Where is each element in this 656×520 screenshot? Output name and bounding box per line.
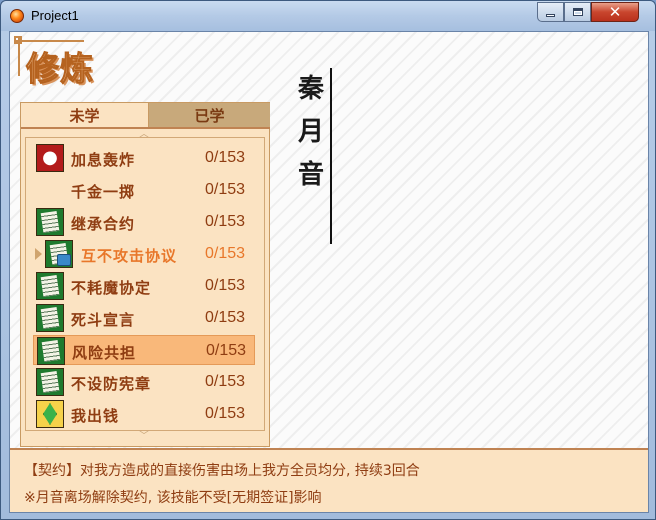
app-window: Project1 ✕ 修炼 未学 已学 ︿ ● 加息轰炸 0/153 千金一掷: [0, 0, 656, 520]
minimize-icon: [546, 13, 555, 17]
scroll-icon: [36, 304, 64, 332]
selection-cursor-icon: [35, 248, 42, 260]
skill-count: 0/153: [205, 245, 246, 262]
skill-row[interactable]: 不设防宪章 0/153: [33, 367, 255, 397]
description-panel: 【契约】对我方造成的直接伤害由场上我方全员均分, 持续3回合 ※月音离场解除契约…: [10, 448, 648, 512]
skill-name: 不耗魔协定: [71, 279, 152, 297]
skill-name: 风险共担: [72, 344, 137, 362]
maximize-button[interactable]: [564, 2, 591, 22]
skill-name: 不设防宪章: [71, 375, 152, 393]
app-icon: [10, 9, 24, 23]
scroll-down-arrow-icon[interactable]: ﹀: [136, 432, 152, 442]
name-divider: [330, 68, 332, 244]
skill-name: 死斗宣言: [71, 311, 136, 329]
character-name-char: 秦: [297, 74, 324, 104]
skill-count: 0/153: [205, 181, 246, 198]
tab-unlearned[interactable]: 未学: [21, 103, 149, 127]
skill-description: 【契约】对我方造成的直接伤害由场上我方全员均分, 持续3回合: [24, 463, 420, 479]
skill-name: 互不攻击协议: [81, 247, 178, 265]
skill-count: 0/153: [205, 149, 246, 166]
skill-count: 0/153: [205, 309, 246, 326]
character-name-char: 月: [297, 117, 324, 147]
skill-row[interactable]: 不耗魔协定 0/153: [33, 271, 255, 301]
skill-row[interactable]: 互不攻击协议 0/153: [33, 239, 255, 269]
maximize-icon: [572, 8, 583, 16]
heading-ornament-line: [18, 36, 20, 76]
character-name: 秦 月 音: [294, 68, 328, 197]
title-bar[interactable]: Project1 ✕: [1, 1, 655, 31]
skill-name: 我出钱: [71, 407, 120, 425]
skill-row-selected[interactable]: 风险共担 0/153: [33, 335, 255, 365]
apple-icon: ●: [36, 144, 64, 172]
game-screen: 修炼 未学 已学 ︿ ● 加息轰炸 0/153 千金一掷 0/153 继承合约 …: [9, 31, 649, 513]
skill-count: 0/153: [205, 277, 246, 294]
skill-row[interactable]: 千金一掷 0/153: [33, 175, 255, 205]
skill-count: 0/153: [205, 405, 246, 422]
scroll-icon: [36, 208, 64, 236]
tab-learned[interactable]: 已学: [149, 103, 270, 127]
skill-count: 0/153: [205, 213, 246, 230]
gem-icon: [36, 400, 64, 428]
book-icon: [57, 254, 71, 266]
close-icon: ✕: [608, 2, 622, 21]
skill-count: 0/153: [205, 373, 246, 390]
minimize-button[interactable]: [537, 2, 564, 22]
scroll-icon: [36, 368, 64, 396]
skill-row[interactable]: 死斗宣言 0/153: [33, 303, 255, 333]
skill-note: ※月音离场解除契约, 该技能不受[无期签证]影响: [24, 490, 322, 506]
skill-name: 加息轰炸: [71, 151, 136, 169]
skill-row[interactable]: ● 加息轰炸 0/153: [33, 143, 255, 173]
section-heading: 修炼: [26, 49, 94, 89]
skill-panel: 未学 已学 ︿ ● 加息轰炸 0/153 千金一掷 0/153 继承合约 0/1…: [20, 102, 270, 447]
scroll-icon: [37, 337, 65, 365]
heading-frame: 修炼: [14, 36, 124, 89]
skill-name: 千金一掷: [71, 183, 136, 201]
character-name-char: 音: [297, 160, 324, 190]
skill-row[interactable]: 继承合约 0/153: [33, 207, 255, 237]
skill-row[interactable]: 我出钱 0/153: [33, 399, 255, 429]
window-title: Project1: [31, 8, 79, 23]
skill-name: 继承合约: [71, 215, 136, 233]
close-button[interactable]: ✕: [591, 2, 639, 22]
scroll-icon: [36, 272, 64, 300]
skill-count: 0/153: [206, 342, 247, 359]
